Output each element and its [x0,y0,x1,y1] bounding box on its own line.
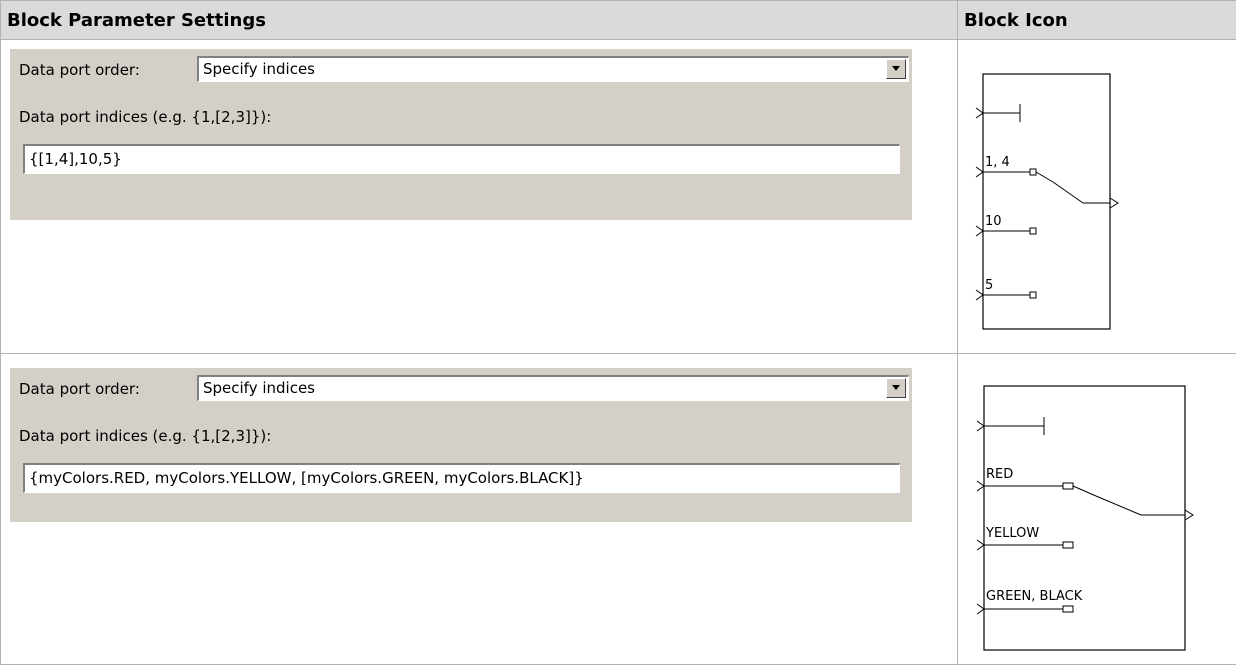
table-row: Data port order: Specify indices Data po… [0,353,1236,665]
multiport-switch-block-icon: 1, 4 10 5 [973,58,1131,348]
data-port-indices-label: Data port indices (e.g. {1,[2,3]}): [19,108,272,126]
data-port-indices-value: {[1,4],10,5} [29,150,122,168]
parameter-table: Block Parameter Settings Block Icon Data… [0,0,1236,665]
parameter-dialog: Data port order: Specify indices Data po… [10,368,912,522]
port-label: 10 [985,214,1002,229]
port-label: 1, 4 [985,155,1010,170]
settings-cell: Data port order: Specify indices Data po… [0,353,958,665]
table-header-row: Block Parameter Settings Block Icon [0,0,1236,40]
chevron-down-icon [892,385,900,390]
header-block-icon: Block Icon [957,0,1236,40]
icon-cell: RED YELLOW GREEN, BLACK [957,353,1236,665]
data-port-order-label: Data port order: [19,380,140,398]
data-port-order-dropdown[interactable]: Specify indices [197,375,909,401]
data-port-indices-field[interactable]: {myColors.RED, myColors.YELLOW, [myColor… [23,463,900,493]
header-block-parameter-settings: Block Parameter Settings [0,0,958,40]
multiport-switch-block-icon: RED YELLOW GREEN, BLACK [966,369,1201,657]
data-port-indices-label: Data port indices (e.g. {1,[2,3]}): [19,427,272,445]
settings-cell: Data port order: Specify indices Data po… [0,39,958,354]
port-label: RED [986,467,1013,482]
dropdown-button[interactable] [886,59,906,79]
data-port-order-value: Specify indices [203,60,316,78]
icon-cell: 1, 4 10 5 [957,39,1236,354]
port-label: YELLOW [985,526,1039,541]
data-port-indices-value: {myColors.RED, myColors.YELLOW, [myColor… [29,469,584,487]
parameter-dialog: Data port order: Specify indices Data po… [10,49,912,220]
data-port-order-value: Specify indices [203,379,316,397]
port-label: GREEN, BLACK [986,589,1083,604]
table-row: Data port order: Specify indices Data po… [0,39,1236,354]
data-port-order-label: Data port order: [19,61,140,79]
chevron-down-icon [892,66,900,71]
data-port-indices-field[interactable]: {[1,4],10,5} [23,144,900,174]
data-port-order-dropdown[interactable]: Specify indices [197,56,909,82]
dropdown-button[interactable] [886,378,906,398]
port-label: 5 [985,278,993,293]
